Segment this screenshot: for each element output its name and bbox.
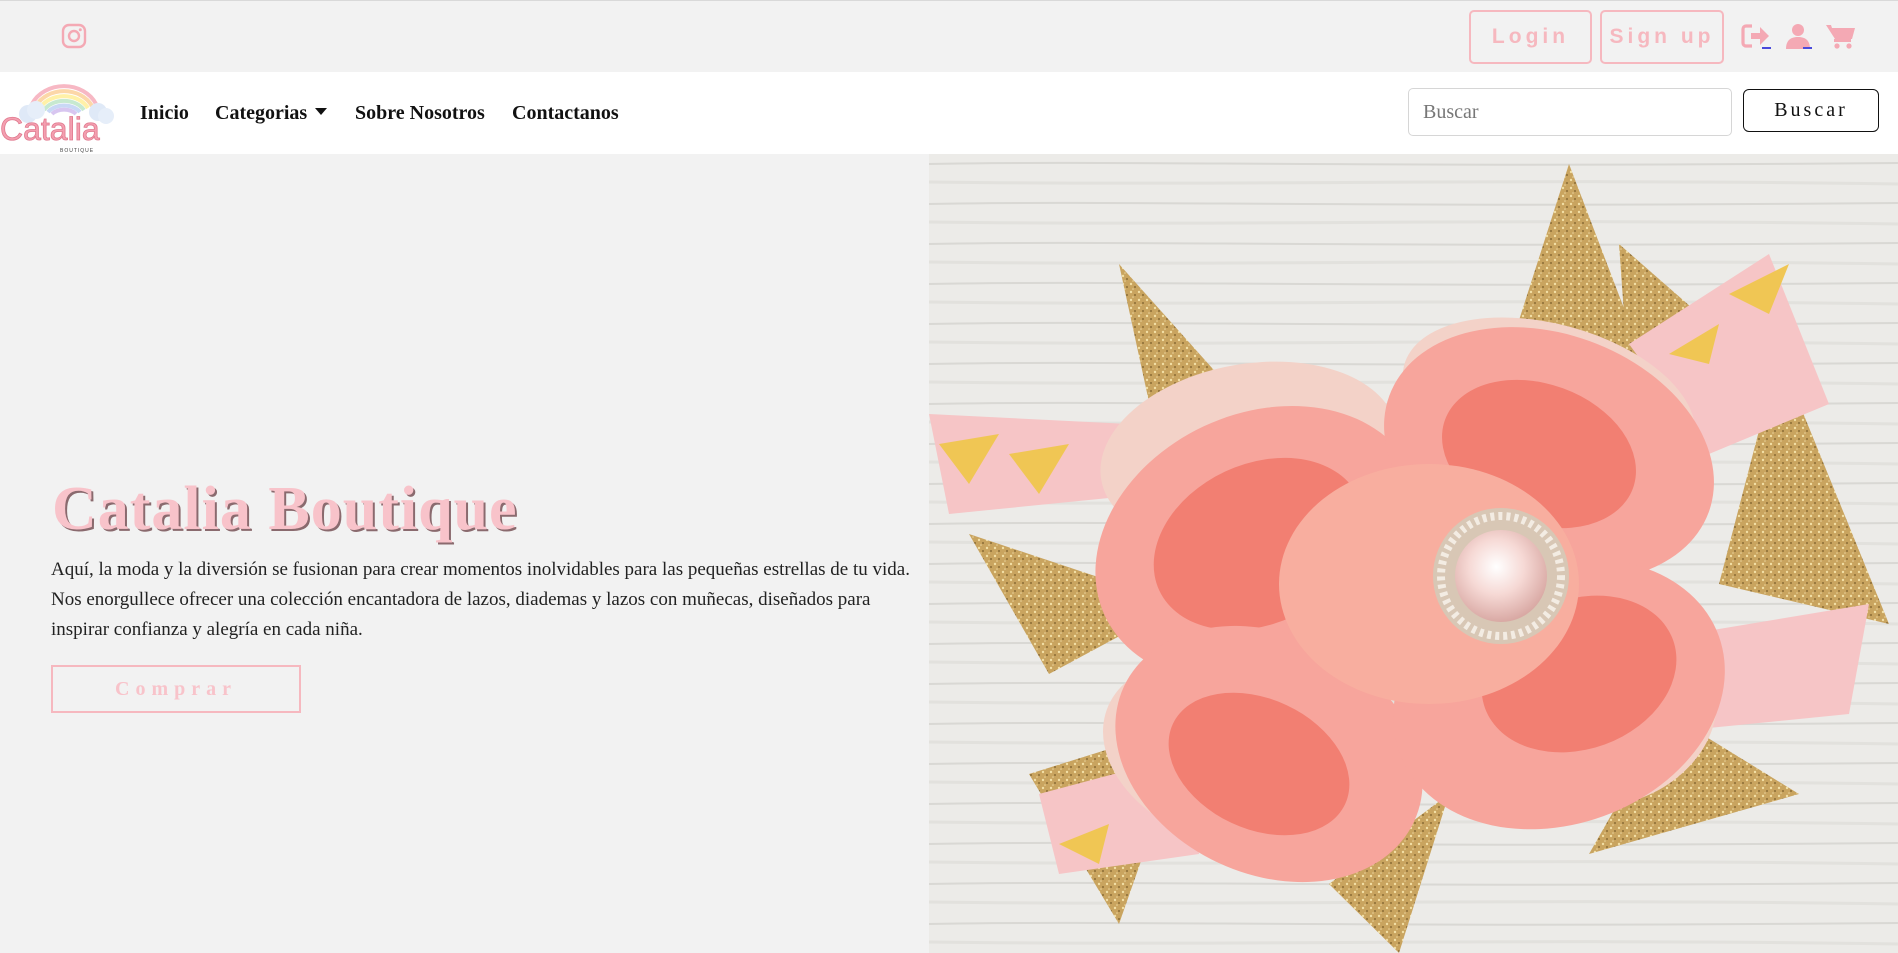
brand-logo[interactable]: Catalia BOUTIQUE <box>0 76 115 154</box>
nav-categorias-dropdown[interactable]: Categorias <box>215 102 328 125</box>
logout-link-underline <box>1762 47 1771 49</box>
nav-contactanos[interactable]: Contactanos <box>512 102 619 125</box>
logo-wordmark: Catalia <box>0 111 100 147</box>
hero-description: Aquí, la moda y la diversión se fusionan… <box>51 559 910 640</box>
top-bar: Login Sign up <box>0 0 1898 72</box>
search-input[interactable] <box>1408 88 1732 136</box>
main-navbar: Catalia BOUTIQUE Inicio Categorias Sobre… <box>0 72 1898 154</box>
nav-inicio[interactable]: Inicio <box>140 102 189 125</box>
nav-sobre-nosotros[interactable]: Sobre Nosotros <box>355 102 485 125</box>
nav-categorias-label: Categorias <box>215 102 308 124</box>
caret-down-icon <box>315 108 328 115</box>
hero-section: Catalia Boutique Aquí, la moda y la dive… <box>0 154 929 953</box>
login-button[interactable]: Login <box>1469 10 1592 64</box>
hero-title: Catalia Boutique <box>52 475 518 543</box>
comprar-button[interactable]: Comprar <box>51 665 301 713</box>
instagram-icon[interactable] <box>61 23 87 49</box>
hero-bow-image <box>929 154 1898 953</box>
cart-icon[interactable] <box>1826 23 1856 51</box>
search-button[interactable]: Buscar <box>1743 89 1879 132</box>
user-link-underline <box>1803 47 1812 49</box>
signup-button[interactable]: Sign up <box>1600 10 1724 64</box>
